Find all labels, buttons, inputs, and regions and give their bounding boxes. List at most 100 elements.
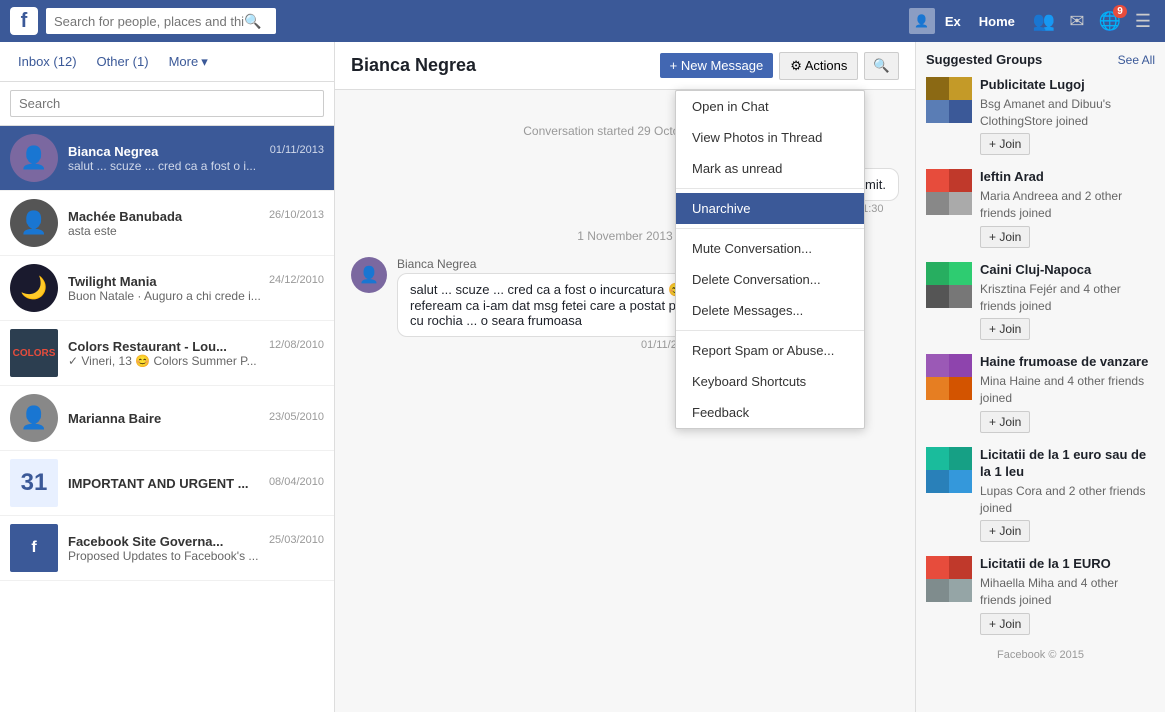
chevron-down-icon: ▾ bbox=[201, 54, 208, 70]
group-members: Mina Haine and 4 other friends joined bbox=[980, 373, 1155, 407]
group-item: Caini Cluj-Napoca Krisztina Fejér and 4 … bbox=[926, 262, 1155, 340]
msg-date: 08/04/2010 bbox=[269, 476, 324, 491]
global-search-input[interactable] bbox=[54, 14, 244, 29]
fb-logo: f bbox=[10, 7, 38, 35]
group-info: Ieftin Arad Maria Andreea and 2 other fr… bbox=[980, 169, 1155, 247]
thread-header: Bianca Negrea + New Message ⚙ Actions 🔍 bbox=[335, 42, 915, 90]
thread-actions: + New Message ⚙ Actions 🔍 bbox=[660, 52, 899, 80]
search-messages[interactable] bbox=[0, 82, 334, 126]
message-search-input[interactable] bbox=[10, 90, 324, 117]
group-item: Licitatii de la 1 EURO Mihaella Miha and… bbox=[926, 556, 1155, 634]
dropdown-item-mute[interactable]: Mute Conversation... bbox=[676, 233, 864, 264]
list-item[interactable]: 👤 Machée Banubada 26/10/2013 asta este bbox=[0, 191, 334, 256]
list-item[interactable]: 👤 Bianca Negrea 01/11/2013 salut ... scu… bbox=[0, 126, 334, 191]
group-item: Licitatii de la 1 euro sau de la 1 leu L… bbox=[926, 447, 1155, 542]
dropdown-divider bbox=[676, 228, 864, 229]
list-item[interactable]: 31 IMPORTANT AND URGENT ... 08/04/2010 bbox=[0, 451, 334, 516]
nav-home-link[interactable]: Home bbox=[979, 14, 1015, 29]
dropdown-item-delete-msg[interactable]: Delete Messages... bbox=[676, 295, 864, 326]
tab-inbox[interactable]: Inbox (12) bbox=[10, 48, 85, 75]
list-item[interactable]: 🌙 Twilight Mania 24/12/2010 Buon Natale … bbox=[0, 256, 334, 321]
msg-header: Machée Banubada 26/10/2013 bbox=[68, 209, 324, 224]
search-thread-button[interactable]: 🔍 bbox=[864, 52, 899, 80]
avatar: f bbox=[10, 524, 58, 572]
join-button[interactable]: + Join bbox=[980, 226, 1030, 248]
dropdown-item-open-chat[interactable]: Open in Chat bbox=[676, 91, 864, 122]
inbox-tabs: Inbox (12) Other (1) More ▾ bbox=[0, 42, 334, 82]
join-button[interactable]: + Join bbox=[980, 613, 1030, 635]
msg-preview: salut ... scuze ... cred ca a fost o i..… bbox=[68, 159, 324, 173]
dropdown-item-unarchive[interactable]: Unarchive bbox=[676, 193, 864, 224]
dropdown-item-delete-conv[interactable]: Delete Conversation... bbox=[676, 264, 864, 295]
msg-preview: Buon Natale · Auguro a chi crede i... bbox=[68, 289, 324, 303]
msg-header: Bianca Negrea 01/11/2013 bbox=[68, 144, 324, 159]
nav-settings-icon[interactable]: ☰ bbox=[1135, 11, 1151, 32]
dropdown-item-report-spam[interactable]: Report Spam or Abuse... bbox=[676, 335, 864, 366]
nav-messages-icon[interactable]: ✉ bbox=[1069, 11, 1084, 32]
avatar: 👤 bbox=[10, 199, 58, 247]
tab-other[interactable]: Other (1) bbox=[89, 48, 157, 75]
group-info: Haine frumoase de vanzare Mina Haine and… bbox=[980, 354, 1155, 432]
more-label: More bbox=[169, 54, 199, 69]
list-item[interactable]: f Facebook Site Governa... 25/03/2010 Pr… bbox=[0, 516, 334, 581]
group-name: Haine frumoase de vanzare bbox=[980, 354, 1155, 371]
suggested-groups-title: Suggested Groups bbox=[926, 52, 1042, 67]
avatar: 31 bbox=[10, 459, 58, 507]
join-button[interactable]: + Join bbox=[980, 133, 1030, 155]
dropdown-item-feedback[interactable]: Feedback bbox=[676, 397, 864, 428]
msg-date: 23/05/2010 bbox=[269, 411, 324, 426]
group-info: Licitatii de la 1 EURO Mihaella Miha and… bbox=[980, 556, 1155, 634]
nav-friends-icon[interactable]: 👥 bbox=[1033, 11, 1055, 32]
avatar: COLORS bbox=[10, 329, 58, 377]
group-avatar bbox=[926, 354, 972, 400]
nav-username: Ex bbox=[945, 14, 961, 29]
msg-date: 26/10/2013 bbox=[269, 209, 324, 224]
msg-content: Facebook Site Governa... 25/03/2010 Prop… bbox=[68, 534, 324, 563]
msg-content: Machée Banubada 26/10/2013 asta este bbox=[68, 209, 324, 238]
global-search-bar[interactable]: 🔍 bbox=[46, 8, 276, 34]
group-avatar bbox=[926, 169, 972, 215]
group-members: Maria Andreea and 2 other friends joined bbox=[980, 188, 1155, 222]
top-nav: f 🔍 👤 Ex Home 👥 ✉ 🌐 9 ☰ bbox=[0, 0, 1165, 42]
group-name: Licitatii de la 1 EURO bbox=[980, 556, 1155, 573]
msg-preview: asta este bbox=[68, 224, 324, 238]
thread-title: Bianca Negrea bbox=[351, 55, 476, 76]
dropdown-divider bbox=[676, 330, 864, 331]
avatar: 🌙 bbox=[10, 264, 58, 312]
msg-name: IMPORTANT AND URGENT ... bbox=[68, 476, 249, 491]
middle-panel: Bianca Negrea + New Message ⚙ Actions 🔍 … bbox=[335, 42, 915, 712]
group-members: Bsg Amanet and Dibuu's ClothingStore joi… bbox=[980, 96, 1155, 130]
msg-header: Facebook Site Governa... 25/03/2010 bbox=[68, 534, 324, 549]
actions-button[interactable]: ⚙ Actions bbox=[779, 52, 858, 80]
see-all-link[interactable]: See All bbox=[1118, 53, 1155, 67]
group-name: Ieftin Arad bbox=[980, 169, 1155, 186]
dropdown-item-view-photos[interactable]: View Photos in Thread bbox=[676, 122, 864, 153]
msg-header: IMPORTANT AND URGENT ... 08/04/2010 bbox=[68, 476, 324, 491]
join-button[interactable]: + Join bbox=[980, 411, 1030, 433]
new-message-button[interactable]: + New Message bbox=[660, 53, 774, 78]
group-info: Licitatii de la 1 euro sau de la 1 leu L… bbox=[980, 447, 1155, 542]
msg-date: 01/11/2013 bbox=[270, 144, 324, 159]
search-icon: 🔍 bbox=[244, 13, 261, 30]
suggested-groups-header: Suggested Groups See All bbox=[926, 52, 1155, 67]
nav-right: 👤 Ex Home 👥 ✉ 🌐 9 ☰ bbox=[909, 8, 1155, 34]
msg-date: 24/12/2010 bbox=[269, 274, 324, 289]
list-item[interactable]: COLORS Colors Restaurant - Lou... 12/08/… bbox=[0, 321, 334, 386]
nav-notifications-icon[interactable]: 🌐 9 bbox=[1098, 11, 1120, 32]
msg-content: IMPORTANT AND URGENT ... 08/04/2010 bbox=[68, 476, 324, 491]
group-info: Publicitate Lugoj Bsg Amanet and Dibuu's… bbox=[980, 77, 1155, 155]
more-btn[interactable]: More ▾ bbox=[161, 48, 216, 76]
msg-content: Marianna Baire 23/05/2010 bbox=[68, 411, 324, 426]
msg-name: Marianna Baire bbox=[68, 411, 161, 426]
join-button[interactable]: + Join bbox=[980, 520, 1030, 542]
footer-text: Facebook © 2015 bbox=[926, 649, 1155, 661]
dropdown-item-keyboard-shortcuts[interactable]: Keyboard Shortcuts bbox=[676, 366, 864, 397]
msg-date: 25/03/2010 bbox=[269, 534, 324, 549]
list-item[interactable]: 👤 Marianna Baire 23/05/2010 bbox=[0, 386, 334, 451]
group-item: Publicitate Lugoj Bsg Amanet and Dibuu's… bbox=[926, 77, 1155, 155]
dropdown-item-mark-unread[interactable]: Mark as unread bbox=[676, 153, 864, 184]
group-members: Lupas Cora and 2 other friends joined bbox=[980, 483, 1155, 517]
msg-name: Twilight Mania bbox=[68, 274, 157, 289]
msg-date: 12/08/2010 bbox=[269, 339, 324, 354]
join-button[interactable]: + Join bbox=[980, 318, 1030, 340]
